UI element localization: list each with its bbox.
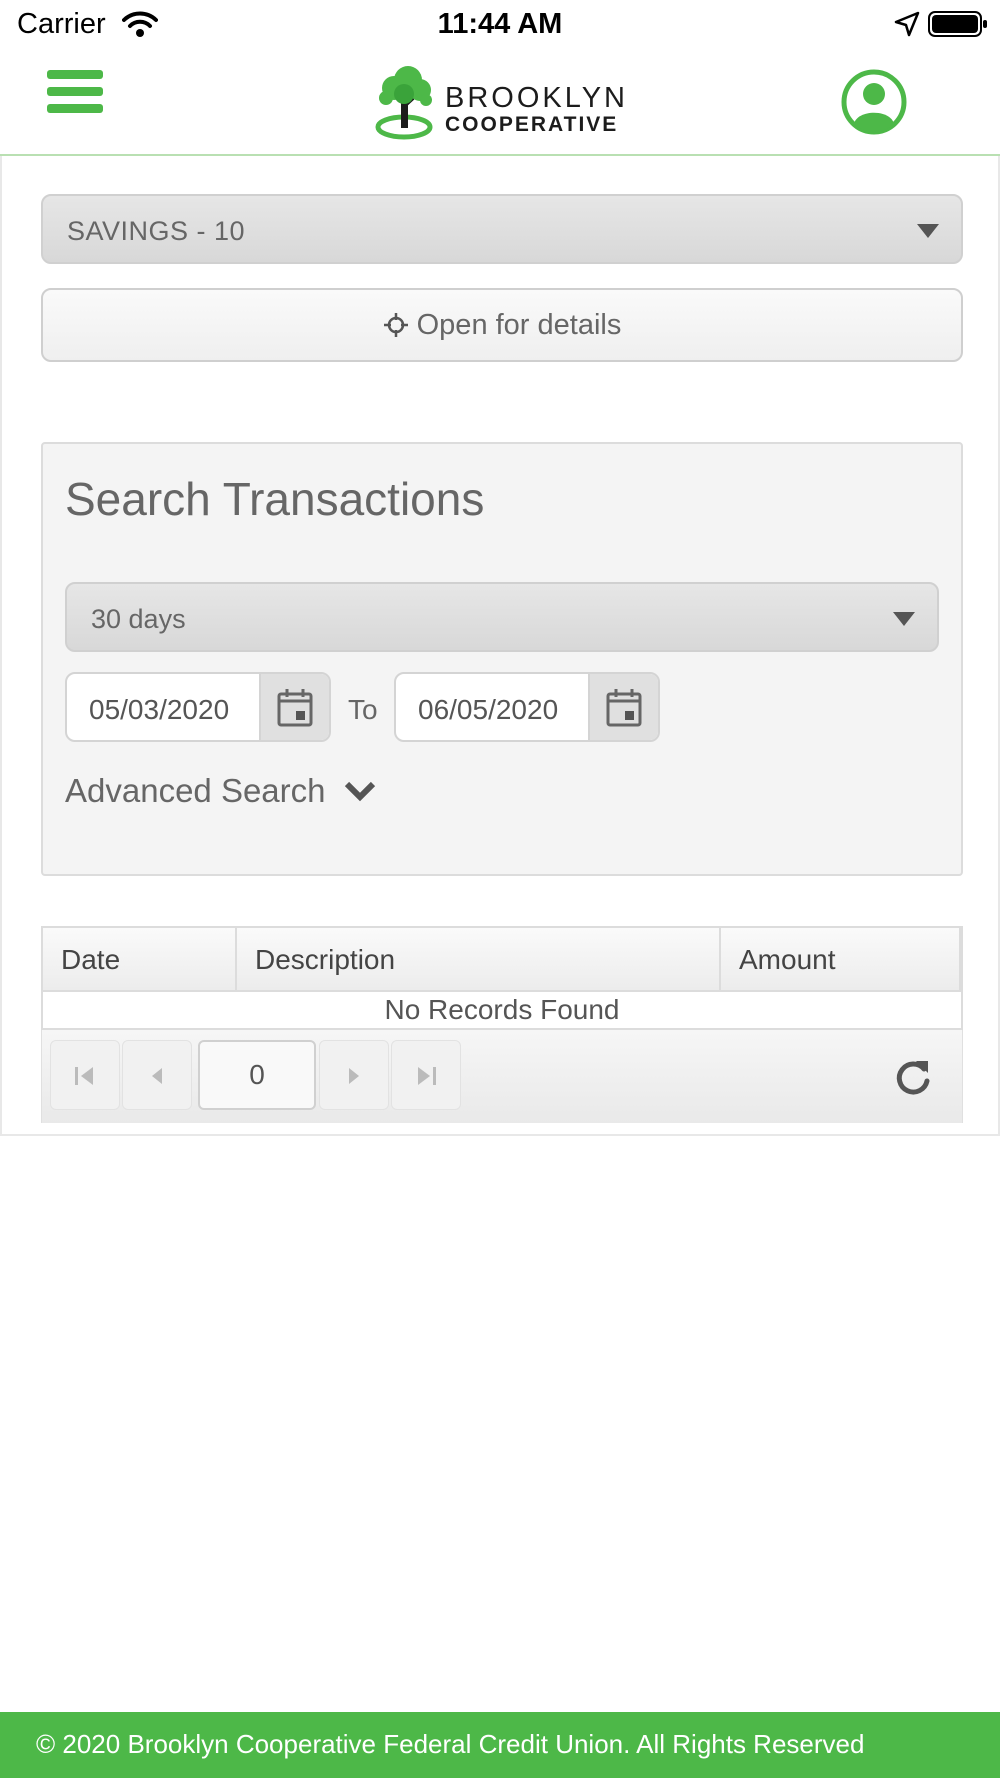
previous-page-icon: [152, 1068, 162, 1084]
open-details-label: Open for details: [416, 308, 622, 341]
table-header: Date Description Amount: [41, 926, 963, 992]
account-select[interactable]: SAVINGS - 10: [41, 194, 963, 264]
next-page-button[interactable]: [319, 1040, 389, 1110]
clock: 11:44 AM: [437, 8, 563, 40]
account-select-value: SAVINGS - 10: [67, 216, 246, 246]
first-page-button[interactable]: [50, 1040, 120, 1110]
advanced-search-toggle[interactable]: Advanced Search: [65, 772, 376, 810]
status-bar: Carrier 11:44 AM: [0, 0, 1000, 50]
last-page-button[interactable]: [391, 1040, 461, 1110]
menu-icon[interactable]: [47, 70, 103, 118]
app-header: BROOKLYN COOPERATIVE: [0, 50, 1000, 156]
chevron-down-icon: [344, 781, 375, 802]
page-number-input[interactable]: 0: [198, 1040, 316, 1110]
last-page-icon: [418, 1067, 436, 1085]
transactions-table: Date Description Amount No Records Found…: [41, 926, 963, 1123]
location-arrow-icon: [894, 11, 920, 42]
battery-icon: [928, 10, 988, 43]
empty-message: No Records Found: [41, 992, 963, 1030]
main-content: SAVINGS - 10 Open for details Search Tra…: [0, 156, 1000, 1136]
end-date-field[interactable]: 06/05/2020: [394, 672, 660, 742]
calendar-icon[interactable]: [588, 674, 658, 740]
crosshair-icon: [383, 313, 408, 337]
advanced-search-label: Advanced Search: [65, 772, 326, 809]
logo-text-cooperative: COOPERATIVE: [445, 113, 619, 136]
to-label: To: [348, 694, 378, 725]
search-title: Search Transactions: [65, 473, 485, 525]
tree-logo-icon: [375, 66, 433, 140]
date-range-value: 30 days: [91, 604, 186, 634]
first-page-icon: [75, 1067, 93, 1085]
previous-page-button[interactable]: [122, 1040, 192, 1110]
column-header-description[interactable]: Description: [237, 928, 721, 990]
start-date-value: 05/03/2020: [89, 694, 230, 725]
end-date-value: 06/05/2020: [418, 694, 559, 725]
search-panel: Search Transactions 30 days 05/03/2020 T…: [41, 442, 963, 876]
date-range-select[interactable]: 30 days: [65, 582, 939, 652]
column-header-amount[interactable]: Amount: [721, 928, 961, 990]
column-header-date[interactable]: Date: [43, 928, 237, 990]
footer-copyright: © 2020 Brooklyn Cooperative Federal Cred…: [0, 1712, 1000, 1778]
pagination-bar: 0: [41, 1030, 963, 1123]
refresh-icon[interactable]: [894, 1057, 932, 1102]
chevron-down-icon: [917, 224, 939, 238]
open-details-button[interactable]: Open for details: [41, 288, 963, 362]
logo-text-brooklyn: BROOKLYN: [445, 82, 629, 114]
start-date-field[interactable]: 05/03/2020: [65, 672, 331, 742]
chevron-down-icon: [893, 612, 915, 626]
calendar-icon[interactable]: [259, 674, 329, 740]
user-profile-icon[interactable]: [841, 69, 907, 135]
brand-logo[interactable]: BROOKLYN COOPERATIVE: [372, 62, 632, 146]
next-page-icon: [349, 1068, 359, 1084]
